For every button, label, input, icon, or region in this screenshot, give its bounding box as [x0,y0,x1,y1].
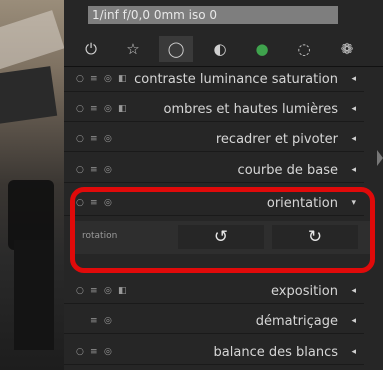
darkroom-panel: 1/inf f/0,0 0mm iso 0 ⏻ ☆ ◯ ◐ ● ◌ ❁ ○ ≡ … [64,0,383,370]
expand-arrow-icon[interactable]: ◂ [351,158,356,183]
module-label: exposition [271,284,338,299]
presets-icon[interactable]: ≡ [90,279,98,304]
reset-icon[interactable]: ◎ [104,127,112,152]
reset-icon[interactable]: ◎ [104,309,112,334]
photo-shape [0,10,64,70]
image-info-bar: 1/inf f/0,0 0mm iso 0 [88,6,338,24]
mask-icon[interactable]: ◧ [118,279,127,304]
reset-icon[interactable]: ◎ [104,67,112,92]
circle-icon[interactable]: ◯ [159,36,193,62]
module-contraste[interactable]: ○ ≡ ◎ ◧ contraste luminance saturation ◂ [64,67,364,92]
photo-shape [14,240,54,350]
reset-icon[interactable]: ◎ [104,340,112,365]
effects-icon[interactable]: ❁ [330,36,364,62]
module-ombres[interactable]: ○ ≡ ◎ ◧ ombres et hautes lumières ◂ [64,97,364,122]
module-courbe[interactable]: ○ ≡ ◎ courbe de base ◂ [64,158,364,183]
module-recadrer[interactable]: ○ ≡ ◎ recadrer et pivoter ◂ [64,127,364,152]
module-groups-bar: ⏻ ☆ ◯ ◐ ● ◌ ❁ [64,36,383,64]
presets-icon[interactable]: ≡ [90,309,98,334]
power-icon[interactable]: ⏻ [74,36,108,62]
expand-arrow-icon[interactable]: ◂ [351,127,356,152]
module-label: balance des blancs [213,345,338,360]
expand-arrow-icon[interactable]: ◂ [351,67,356,92]
expand-arrow-icon[interactable]: ◂ [351,309,356,334]
power-icon[interactable]: ○ [76,340,84,365]
reset-icon[interactable]: ◎ [104,97,112,122]
module-dematricage[interactable]: ≡ ◎ dématriçage ◂ [64,309,364,334]
presets-icon[interactable]: ≡ [90,67,98,92]
power-icon[interactable]: ○ [76,127,84,152]
presets-icon[interactable]: ≡ [90,158,98,183]
module-label: contraste luminance saturation [134,72,338,87]
expand-arrow-icon[interactable]: ◂ [351,340,356,365]
module-label: dématriçage [255,314,338,329]
color-circle-icon[interactable]: ● [245,36,279,62]
power-icon[interactable]: ○ [76,158,84,183]
star-icon[interactable]: ☆ [116,36,150,62]
module-balance[interactable]: ○ ≡ ◎ balance des blancs ◂ [64,340,364,365]
panel-collapse-handle[interactable] [377,150,383,166]
presets-icon[interactable]: ≡ [90,127,98,152]
mask-icon[interactable]: ◧ [118,97,127,122]
power-icon[interactable]: ○ [76,97,84,122]
reset-icon[interactable]: ◎ [104,158,112,183]
expand-arrow-icon[interactable]: ◂ [351,279,356,304]
presets-icon[interactable]: ≡ [90,340,98,365]
image-preview [0,0,64,370]
presets-icon[interactable]: ≡ [90,97,98,122]
module-exposition[interactable]: ○ ≡ ◎ ◧ exposition ◂ [64,279,364,304]
mask-icon[interactable]: ◧ [118,67,127,92]
module-label: ombres et hautes lumières [163,102,338,117]
photo-shape [0,66,58,124]
reset-icon[interactable]: ◎ [104,279,112,304]
half-circle-icon[interactable]: ◐ [203,36,237,62]
power-icon[interactable]: ○ [76,67,84,92]
correct-icon[interactable]: ◌ [287,36,321,62]
module-label: recadrer et pivoter [215,132,338,147]
highlight-outline [70,187,375,273]
power-icon[interactable]: ○ [76,279,84,304]
module-label: courbe de base [237,163,338,178]
expand-arrow-icon[interactable]: ◂ [351,97,356,122]
